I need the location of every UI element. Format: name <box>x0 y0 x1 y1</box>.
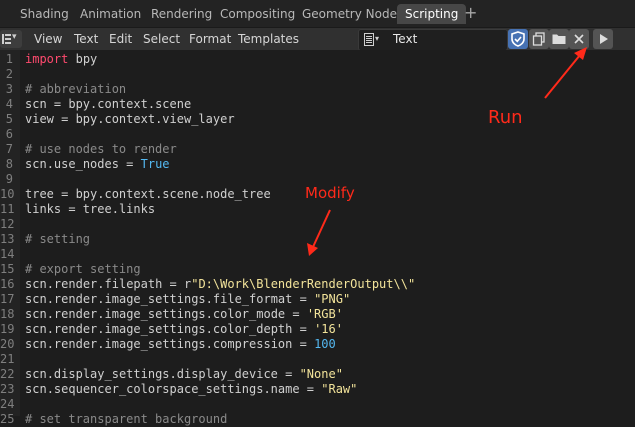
annotation-arrows <box>307 47 587 256</box>
run-arrow <box>544 47 587 99</box>
modify-arrow <box>307 209 331 256</box>
